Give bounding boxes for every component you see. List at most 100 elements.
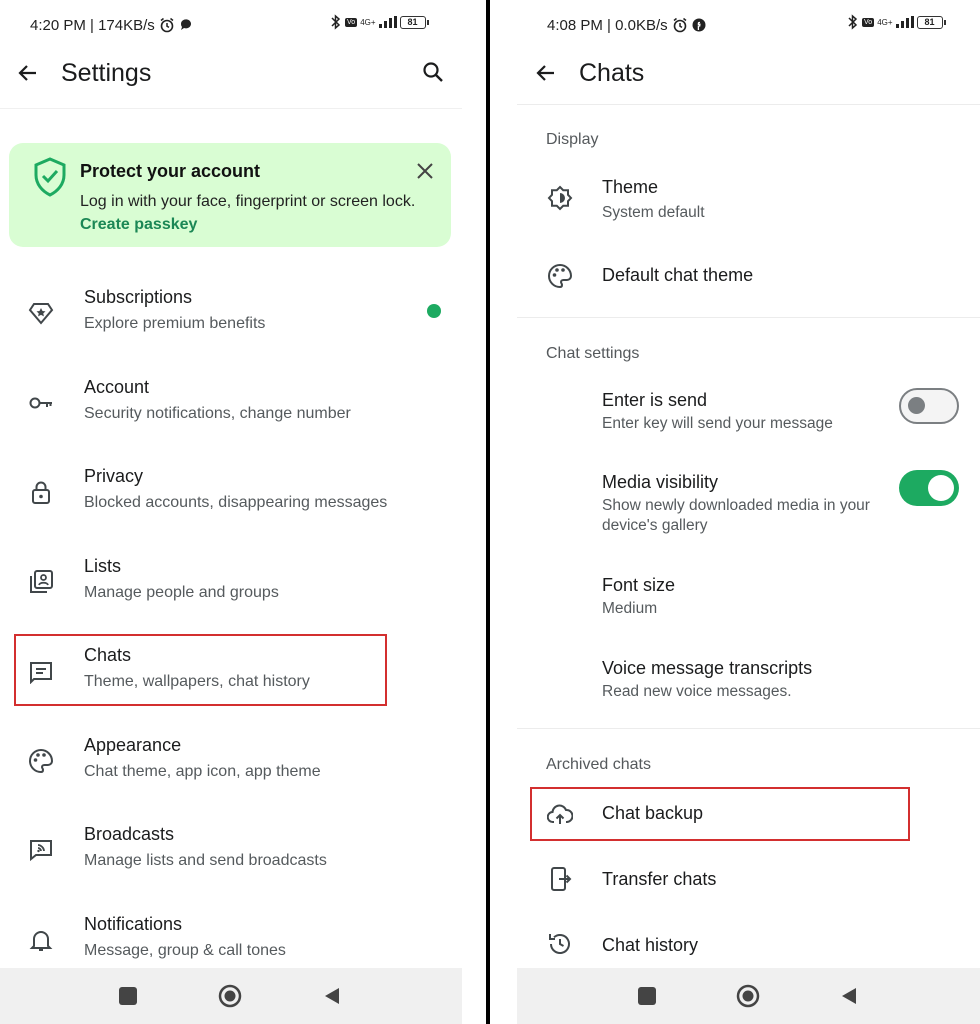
section-header-archived-chats: Archived chats (546, 756, 651, 773)
banner-text: Log in with your face, fingerprint or sc… (80, 193, 416, 233)
item-title: Transfer chats (602, 869, 717, 889)
item-subtitle: Security notifications, change number (84, 405, 351, 422)
settings-item-appearance[interactable]: Appearance Chat theme, app icon, app the… (0, 726, 462, 796)
item-title: Lists (84, 556, 122, 576)
bluetooth-icon (331, 14, 341, 30)
settings-item-broadcasts[interactable]: Broadcasts Manage lists and send broadca… (0, 815, 462, 885)
item-title: Subscriptions (84, 287, 193, 307)
system-nav-bar (0, 968, 462, 1024)
home-button[interactable] (210, 968, 250, 1024)
triangle-back-icon (842, 988, 856, 1004)
status-bar: 4:20 PM | 174KB/s (30, 12, 193, 38)
item-subtitle: Explore premium benefits (84, 315, 266, 332)
setting-media-visibility[interactable]: Media visibility Show newly downloaded m… (517, 462, 980, 542)
status-bar: 4:08 PM | 0.0KB/s (547, 12, 706, 38)
shield-check-icon (34, 157, 66, 197)
signal-icon (895, 16, 914, 28)
setting-theme[interactable]: Theme System default (517, 165, 980, 231)
close-icon[interactable] (415, 161, 435, 181)
search-icon[interactable] (421, 60, 445, 84)
settings-item-account[interactable]: Account Security notifications, change n… (0, 368, 462, 438)
app-bar: Settings (16, 50, 456, 96)
item-subtitle: Manage lists and send broadcasts (84, 852, 327, 869)
square-icon (638, 987, 656, 1005)
triangle-back-icon (325, 988, 339, 1004)
square-icon (119, 987, 137, 1005)
chat-bubble-icon (180, 19, 191, 30)
back-arrow-icon[interactable] (534, 61, 558, 85)
settings-item-privacy[interactable]: Privacy Blocked accounts, disappearing m… (0, 457, 462, 527)
protect-account-banner[interactable]: Protect your account Log in with your fa… (9, 143, 451, 247)
battery-icon: 81 (916, 15, 946, 29)
create-passkey-link[interactable]: Create passkey (80, 216, 197, 233)
status-time: 4:20 PM | 174KB/s (30, 16, 155, 34)
item-subtitle: Show newly downloaded media in your devi… (602, 497, 870, 534)
setting-chat-history[interactable]: Chat history (517, 922, 980, 970)
status-icons: Vo 4G+ 81 (330, 14, 429, 30)
battery-icon: 81 (399, 15, 429, 29)
item-title: Voice message transcripts (602, 658, 813, 678)
premium-badge-icon (28, 303, 54, 325)
setting-transfer-chats[interactable]: Transfer chats (517, 856, 980, 906)
broadcast-icon (30, 840, 52, 862)
item-subtitle: Blocked accounts, disappearing messages (84, 494, 388, 511)
item-title: Chat history (602, 935, 699, 955)
bell-icon (29, 931, 53, 951)
item-subtitle: Chat theme, app icon, app theme (84, 763, 321, 780)
recents-button[interactable] (627, 968, 667, 1024)
settings-item-lists[interactable]: Lists Manage people and groups (0, 547, 462, 617)
item-subtitle: System default (602, 204, 705, 221)
settings-item-notifications[interactable]: Notifications Message, group & call tone… (0, 905, 462, 975)
chats-settings-screen: 4:08 PM | 0.0KB/s Vo 4G+ 81 Chats Displa… (517, 0, 980, 1024)
item-title: Font size (602, 575, 676, 595)
volte-icon: Vo (862, 17, 875, 27)
item-title: Appearance (84, 735, 182, 755)
palette-icon (29, 748, 54, 774)
app-bar: Chats (534, 50, 974, 96)
enter-is-send-toggle[interactable] (899, 388, 959, 424)
item-title: Theme (602, 177, 659, 197)
network-type: 4G+ (360, 17, 376, 27)
page-title: Settings (61, 58, 152, 87)
item-subtitle: Enter key will send your message (602, 415, 833, 432)
settings-screen: 4:20 PM | 174KB/s Vo 4G+ 81 Settings Pro… (0, 0, 462, 1024)
new-indicator-dot (427, 304, 441, 318)
setting-default-chat-theme[interactable]: Default chat theme (517, 250, 980, 300)
home-button[interactable] (728, 968, 768, 1024)
alarm-icon (673, 17, 687, 33)
chat-backup-highlight-box (530, 787, 910, 841)
contacts-list-icon (30, 570, 53, 593)
settings-item-subscriptions[interactable]: Subscriptions Explore premium benefits (0, 278, 462, 348)
key-icon (29, 397, 52, 409)
item-title: Default chat theme (602, 265, 754, 285)
setting-font-size[interactable]: Font size Medium (517, 565, 980, 625)
status-icons: Vo 4G+ 81 (847, 14, 946, 30)
network-type: 4G+ (877, 17, 893, 27)
item-subtitle: Manage people and groups (84, 584, 279, 601)
setting-enter-is-send[interactable]: Enter is send Enter key will send your m… (517, 380, 980, 446)
alarm-icon (160, 17, 174, 33)
circle-home-icon (218, 984, 242, 1008)
palette-icon (548, 263, 573, 289)
item-title: Broadcasts (84, 824, 175, 844)
section-header-chat-settings: Chat settings (546, 345, 640, 362)
back-button[interactable] (829, 968, 869, 1024)
media-visibility-toggle[interactable] (899, 470, 959, 506)
back-button[interactable] (312, 968, 352, 1024)
lock-icon (32, 481, 50, 504)
section-header-display: Display (546, 131, 599, 148)
item-title: Media visibility (602, 472, 719, 492)
phone-transfer-icon (551, 867, 572, 891)
item-subtitle: Read new voice messages. (602, 683, 792, 700)
bluetooth-icon (848, 14, 858, 30)
status-time: 4:08 PM | 0.0KB/s (547, 16, 668, 34)
item-title: Privacy (84, 466, 144, 486)
banner-title: Protect your account (80, 161, 261, 181)
system-nav-bar (517, 968, 980, 1024)
theme-icon (547, 185, 573, 211)
back-arrow-icon[interactable] (16, 61, 40, 85)
circle-home-icon (736, 984, 760, 1008)
recents-button[interactable] (108, 968, 148, 1024)
setting-voice-message-transcripts[interactable]: Voice message transcripts Read new voice… (517, 648, 980, 708)
page-title: Chats (579, 58, 645, 87)
